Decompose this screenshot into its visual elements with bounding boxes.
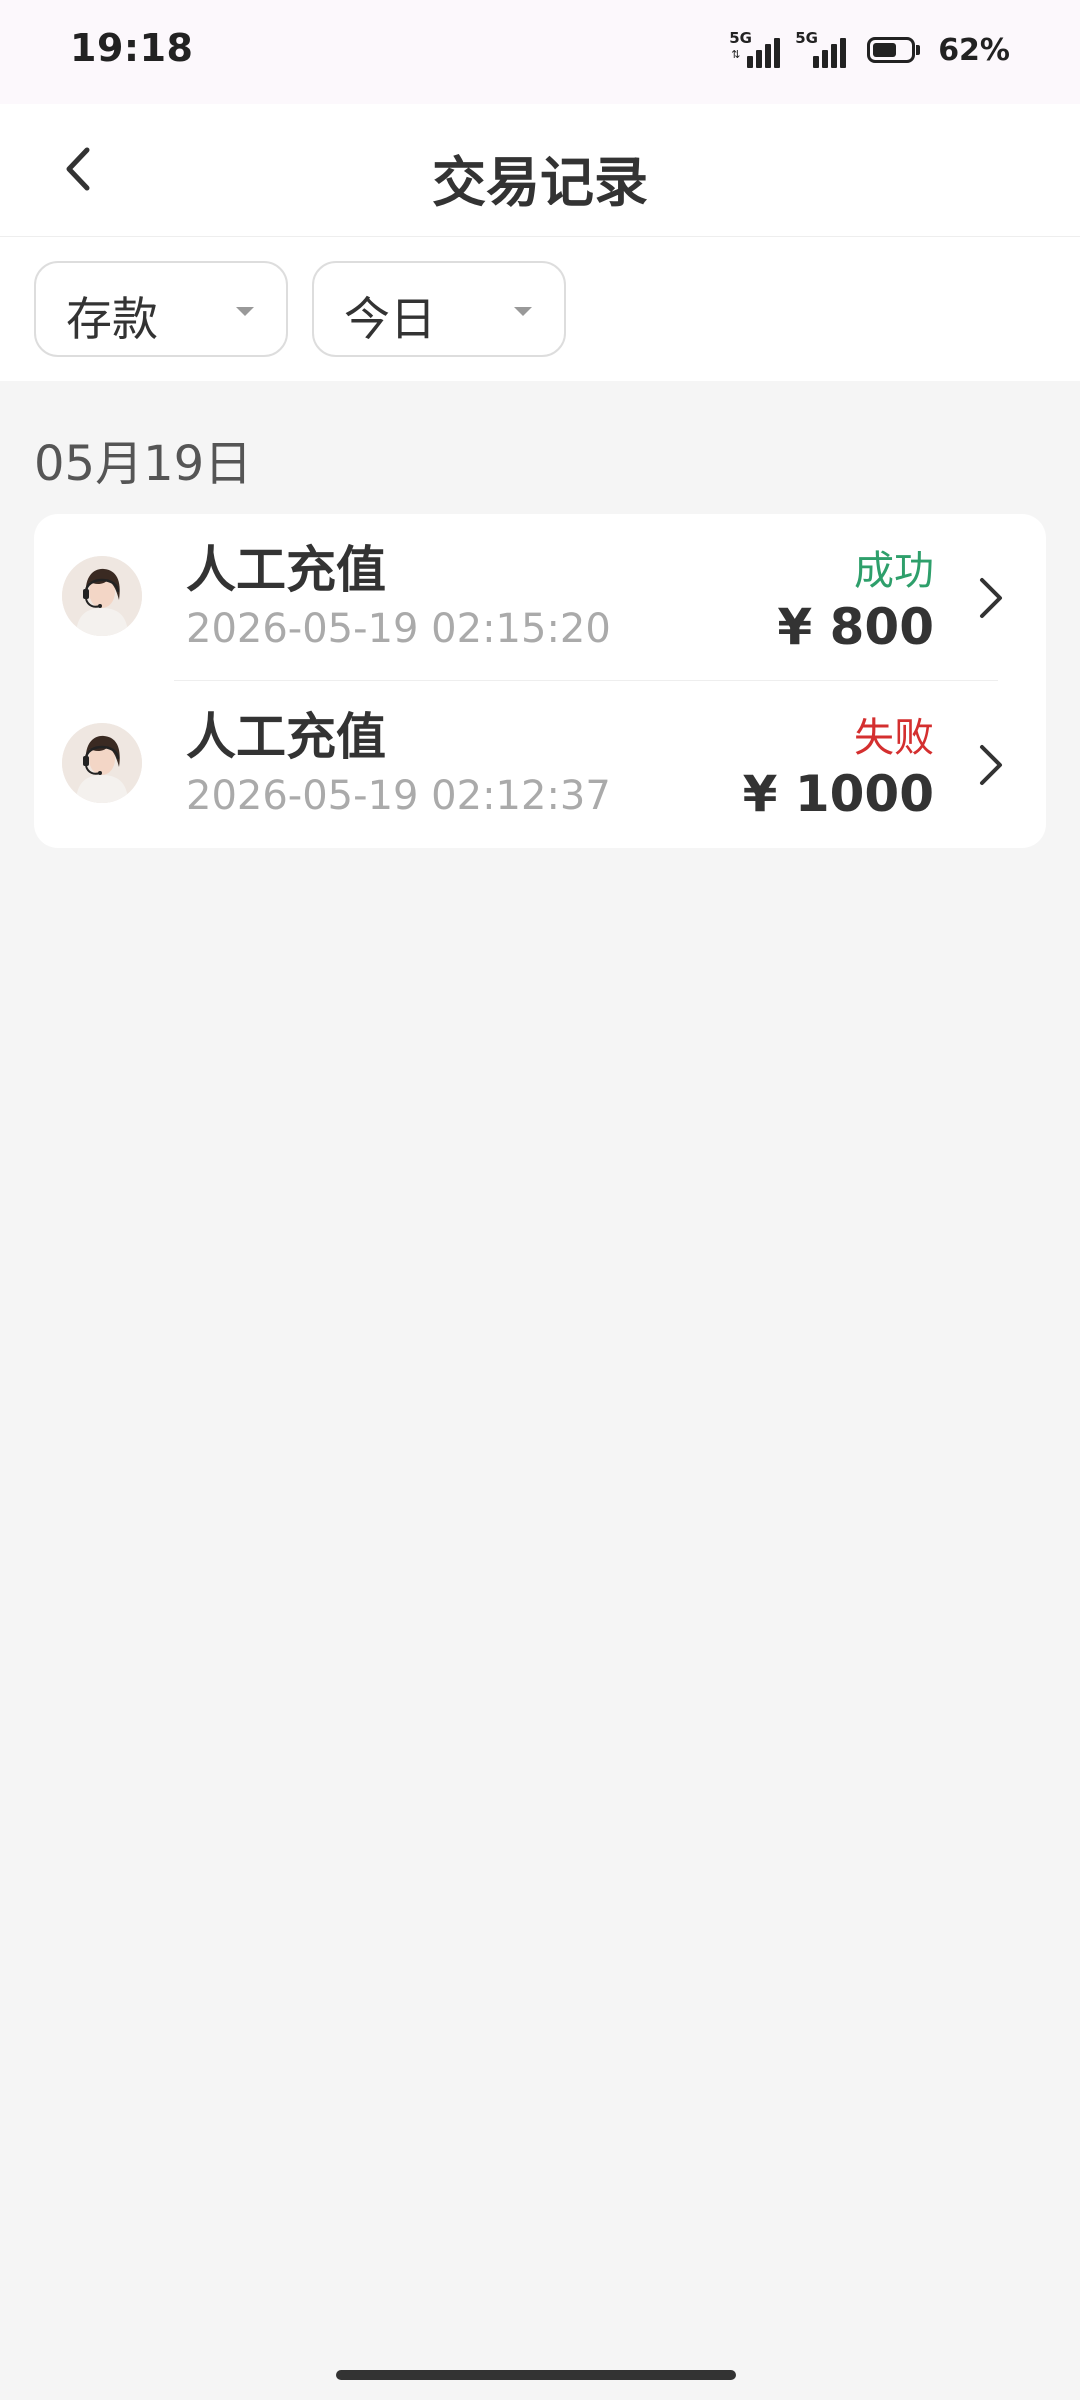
period-dropdown[interactable]: 今日 [312, 261, 566, 357]
transaction-list: 人工充值 2026-05-19 02:15:20 成功 ¥ 800 人工充值 2… [34, 514, 1046, 848]
caret-down-icon [236, 307, 254, 316]
transaction-time: 2026-05-19 02:15:20 [186, 606, 611, 652]
transaction-type-value: 存款 [66, 292, 158, 346]
filter-bar: 存款 今日 [0, 237, 1080, 381]
agent-avatar-icon [62, 556, 142, 636]
status-indicators: 5G ⇅ 5G 62% [729, 26, 1010, 74]
status-bar: 19:18 5G ⇅ 5G 62% [0, 0, 1080, 104]
transaction-row[interactable]: 人工充值 2026-05-19 02:12:37 失败 ¥ 1000 [34, 681, 1046, 848]
date-group-header: 05月19日 [34, 436, 253, 492]
page-title: 交易记录 [432, 151, 648, 214]
transaction-status: 失败 [854, 715, 934, 761]
status-time: 19:18 [70, 26, 194, 70]
chevron-right-icon [980, 578, 1002, 618]
chevron-right-icon [980, 745, 1002, 785]
transaction-time: 2026-05-19 02:12:37 [186, 773, 611, 819]
battery-icon [867, 37, 921, 63]
agent-avatar-icon [62, 723, 142, 803]
battery-percent: 62% [938, 32, 1010, 68]
transaction-title: 人工充值 [186, 541, 386, 599]
signal-icon: 5G [795, 30, 851, 70]
transaction-row[interactable]: 人工充值 2026-05-19 02:15:20 成功 ¥ 800 [34, 514, 1046, 681]
transaction-amount: ¥ 800 [777, 598, 934, 656]
transaction-title: 人工充值 [186, 708, 386, 766]
home-indicator[interactable] [336, 2370, 736, 2380]
caret-down-icon [514, 307, 532, 316]
app-header: 交易记录 [0, 104, 1080, 237]
transaction-amount: ¥ 1000 [742, 765, 934, 823]
transaction-status: 成功 [854, 548, 934, 594]
transaction-type-dropdown[interactable]: 存款 [34, 261, 288, 357]
battery-level-fill [873, 43, 896, 57]
signal-icon: 5G ⇅ [729, 30, 785, 70]
period-value: 今日 [344, 292, 436, 346]
